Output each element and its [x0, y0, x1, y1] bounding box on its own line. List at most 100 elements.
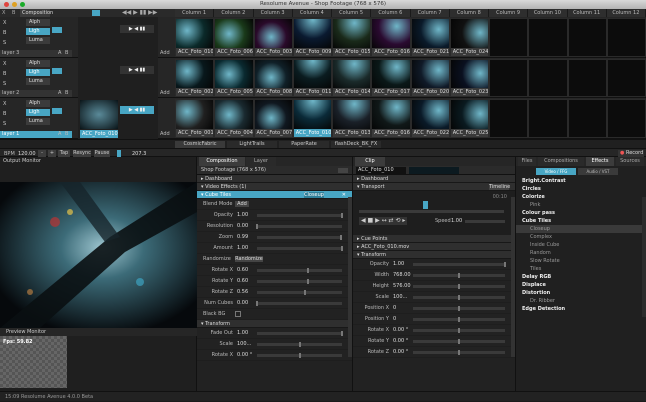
param-slider[interactable] — [413, 262, 506, 267]
empty-clip-slot[interactable] — [567, 18, 607, 57]
resync-button[interactable]: Resync — [73, 150, 91, 157]
param-value[interactable]: 576.00 — [393, 283, 411, 289]
param-slider-knob[interactable] — [458, 339, 460, 344]
param-value[interactable]: 0.00 ° — [393, 338, 408, 344]
column-header[interactable]: Column 3 — [253, 9, 293, 17]
cue-points-section[interactable]: ▸ Cue Points — [353, 235, 515, 243]
close-window-icon[interactable] — [4, 2, 9, 7]
deck-tab[interactable]: LightTrails — [227, 141, 277, 148]
column-header[interactable]: Column 9 — [489, 9, 529, 17]
column-header[interactable]: Column 8 — [449, 9, 489, 17]
param-slider-knob[interactable] — [307, 279, 309, 284]
param-value[interactable]: 0.00 ° — [393, 327, 408, 333]
param-value[interactable]: 1.00 — [393, 261, 404, 267]
param-slider[interactable] — [256, 301, 342, 306]
deck-tab[interactable]: flashDeck_BK_FX — [331, 141, 381, 148]
effect-item[interactable]: Complex — [516, 233, 646, 241]
effect-item[interactable]: Colour pass — [516, 209, 646, 217]
blend-mode-option[interactable]: Luma — [26, 118, 50, 126]
param-slider-knob[interactable] — [341, 213, 343, 218]
tab-files[interactable]: Files — [518, 157, 536, 166]
effect-item[interactable]: Distortion — [516, 289, 646, 297]
clip-slot[interactable]: ACC_Foto_013 — [332, 99, 372, 138]
composition-menu-icon[interactable] — [338, 168, 348, 173]
effect-item[interactable]: Displace — [516, 281, 646, 289]
param-slider-knob[interactable] — [307, 268, 309, 273]
param-slider[interactable] — [257, 290, 342, 295]
composition-transport-icon[interactable]: ◀◀ ▶ ▮▮ ▶▶ — [122, 9, 157, 16]
param-slider-knob[interactable] — [458, 284, 460, 289]
param-slider-knob[interactable] — [256, 224, 258, 229]
tab-layer[interactable]: Layer — [246, 157, 276, 166]
param-slider[interactable] — [413, 317, 505, 322]
blend-mode-option[interactable]: Ligh — [26, 68, 50, 76]
empty-clip-slot[interactable] — [489, 58, 529, 98]
subtab-audio[interactable]: Audio / VST — [578, 168, 618, 175]
param-slider-knob[interactable] — [298, 353, 301, 358]
empty-clip-slot[interactable] — [489, 18, 529, 57]
layer-b-button[interactable]: B — [3, 111, 6, 117]
cube-tiles-preset[interactable]: Closeup — [304, 192, 324, 198]
column-header[interactable]: Column 10 — [528, 9, 568, 17]
effect-item[interactable]: Bright.Contrast — [516, 177, 646, 185]
clip-slot[interactable]: ACC_Foto_020 — [410, 58, 450, 98]
clip-slot[interactable]: ACC_Foto_023 — [449, 58, 489, 98]
param-value[interactable]: 0.99 — [237, 234, 248, 240]
blend-mode-option[interactable]: Luma — [26, 37, 50, 44]
effect-item[interactable]: Closeup — [516, 225, 646, 233]
param-slider-knob[interactable] — [298, 342, 301, 347]
layer-playback-icon[interactable]: ▶ ◀ ▮▮ — [120, 25, 154, 33]
clip-slot[interactable]: ACC_Foto_003 — [253, 18, 293, 57]
param-slider[interactable] — [257, 235, 343, 240]
param-slider[interactable] — [413, 306, 505, 311]
param-slider[interactable] — [257, 246, 343, 251]
minimize-window-icon[interactable] — [12, 2, 17, 7]
clip-slot[interactable]: ACC_Foto_010 — [175, 18, 215, 57]
clip-slot[interactable]: ACC_Foto_005 — [214, 58, 254, 98]
layer-s-button[interactable]: S — [3, 121, 6, 127]
blend-mode-option[interactable]: Alph — [26, 100, 50, 108]
composition-scrollbar[interactable] — [348, 197, 352, 357]
composition-b-label[interactable]: B — [12, 10, 15, 16]
clip-slot[interactable]: ACC_Foto_022 — [410, 99, 450, 138]
column-header[interactable]: Column 12 — [606, 9, 646, 17]
clip-slot[interactable]: ACC_Foto_006 — [214, 18, 254, 57]
column-header[interactable]: Column 1 — [175, 9, 215, 17]
layer-s-button[interactable]: S — [3, 40, 6, 46]
param-value[interactable]: 0.00 ° — [393, 349, 408, 355]
blend-mode-option[interactable]: Ligh — [26, 28, 50, 35]
clip-slot[interactable]: ACC_Foto_016 — [371, 99, 411, 138]
layer-add-button[interactable]: Add — [160, 90, 170, 96]
param-value[interactable]: 0.60 — [237, 278, 248, 284]
effect-item[interactable]: Delay RGB — [516, 273, 646, 281]
param-slider-knob[interactable] — [458, 328, 460, 333]
clip-slot[interactable]: ACC_Foto_009 — [292, 18, 332, 57]
layer-b-toggle[interactable]: B — [65, 90, 68, 96]
clip-slot[interactable]: ACC_Foto_002 — [175, 58, 215, 98]
file-section[interactable]: ▸ ACC_Foto_010.mov — [353, 243, 515, 251]
effects-scrollbar[interactable] — [642, 197, 646, 317]
effect-item[interactable]: Random — [516, 249, 646, 257]
deck-tab[interactable]: PaperRate — [279, 141, 329, 148]
param-slider-knob[interactable] — [458, 317, 460, 322]
blend-mode-select[interactable]: Add — [235, 201, 249, 207]
clip-dashboard-section[interactable]: ▸ Dashboard — [353, 175, 515, 183]
bpm-plus-button[interactable]: + — [48, 150, 56, 157]
empty-clip-slot[interactable] — [528, 99, 568, 138]
param-slider[interactable] — [257, 342, 342, 347]
composition-button[interactable]: Composition — [20, 9, 53, 17]
blend-mode-option[interactable]: Alph — [26, 59, 50, 67]
param-slider[interactable] — [413, 295, 505, 300]
clip-slot[interactable]: ACC_Foto_007 — [253, 99, 293, 138]
column-header[interactable]: Column 11 — [567, 9, 607, 17]
effect-item[interactable]: Circles — [516, 185, 646, 193]
effect-item[interactable]: Tiles — [516, 265, 646, 273]
deck-tab[interactable]: CosmicFabric — [175, 141, 225, 148]
param-value[interactable]: 1.00 — [237, 245, 248, 251]
param-slider[interactable] — [413, 339, 505, 344]
column-header[interactable]: Column 5 — [332, 9, 372, 17]
tab-effects[interactable]: Effects — [586, 157, 614, 166]
randomize-button[interactable]: Randomize — [235, 256, 263, 262]
layer-x-button[interactable]: X — [3, 101, 6, 107]
param-slider[interactable] — [413, 328, 505, 333]
